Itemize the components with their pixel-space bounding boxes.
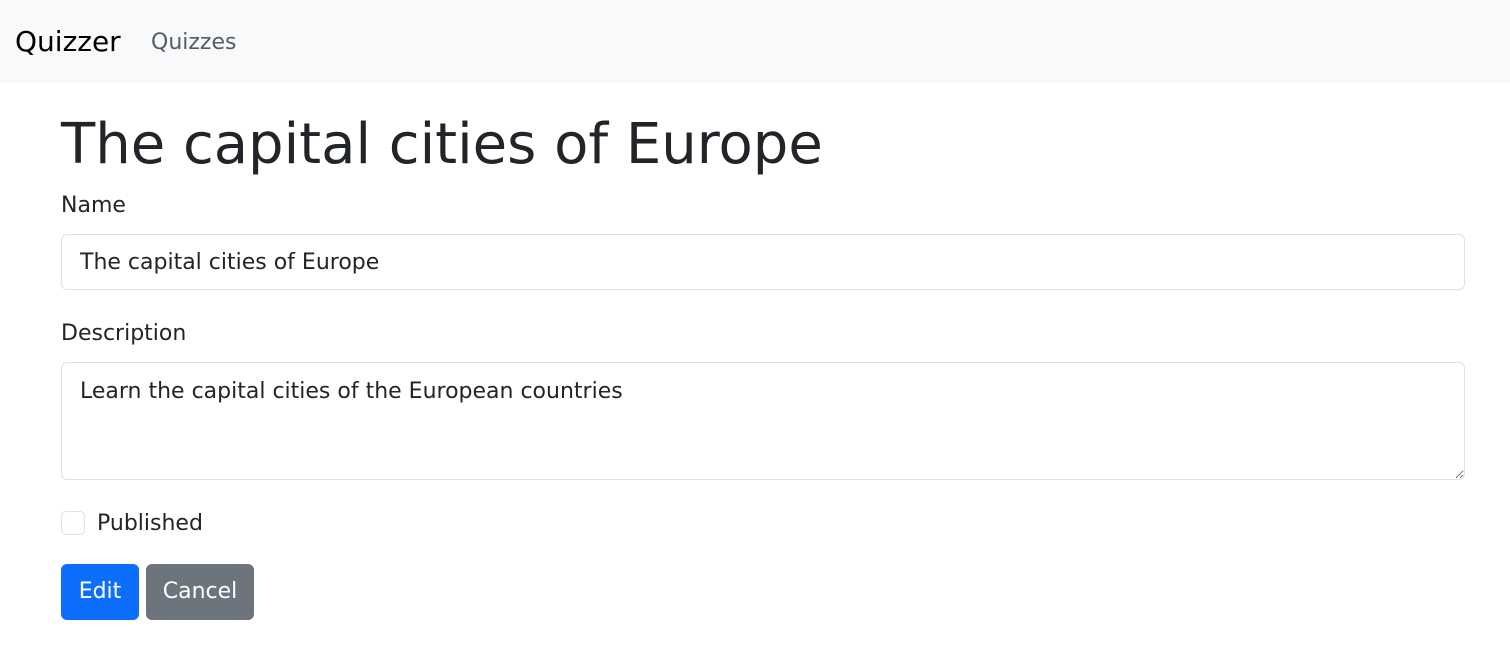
published-checkbox[interactable]	[61, 511, 85, 535]
navbar: Quizzer Quizzes	[0, 0, 1510, 83]
navbar-brand[interactable]: Quizzer	[15, 24, 121, 60]
name-label: Name	[61, 193, 126, 218]
published-label[interactable]: Published	[97, 509, 203, 539]
name-input[interactable]	[61, 234, 1465, 290]
nav-link-quizzes[interactable]: Quizzes	[151, 29, 236, 57]
description-label: Description	[61, 321, 187, 346]
page-title: The capital cities of Europe	[61, 112, 823, 177]
cancel-button[interactable]: Cancel	[146, 564, 254, 620]
edit-button[interactable]: Edit	[61, 564, 139, 620]
description-textarea[interactable]: Learn the capital cities of the European…	[61, 362, 1465, 480]
